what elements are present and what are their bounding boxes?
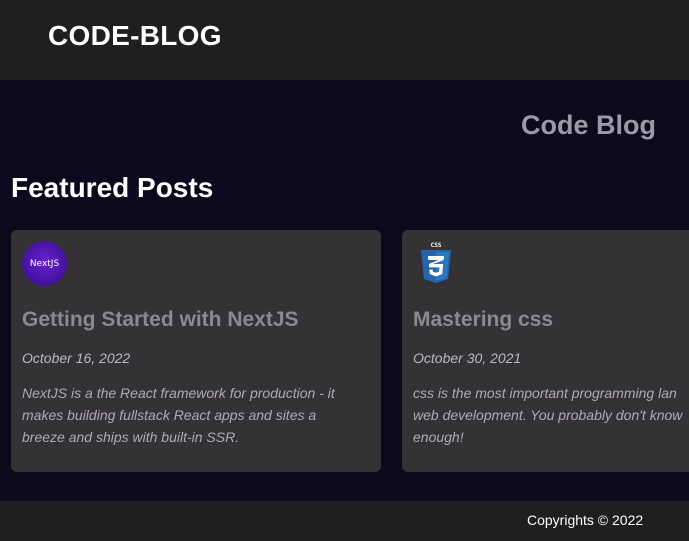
post-excerpt: css is the most important programming la…	[413, 382, 689, 448]
css-logo-label: CSS	[431, 242, 442, 249]
css3-logo-icon: CSS	[413, 241, 458, 286]
copyright-text: Copyrights © 2022	[527, 512, 644, 528]
post-date: October 30, 2021	[413, 350, 522, 366]
post-title[interactable]: Mastering css	[413, 308, 553, 332]
post-title[interactable]: Getting Started with NextJS	[22, 308, 299, 332]
hero-title: Code Blog	[521, 110, 656, 140]
post-card-css[interactable]: CSS Mastering css October 30, 2021 css i…	[402, 230, 689, 472]
post-excerpt-line: css is the most important programming la…	[413, 385, 677, 401]
main-content: Code Blog Featured Posts NextJS Getting …	[0, 80, 689, 501]
site-logo[interactable]: CODE-BLOG	[48, 20, 222, 52]
post-excerpt: NextJS is a the React framework for prod…	[22, 385, 335, 445]
post-date: October 16, 2022	[22, 350, 131, 366]
site-header: CODE-BLOG	[0, 0, 689, 80]
post-excerpt-line: enough!	[413, 429, 464, 445]
nextjs-logo-icon: NextJS	[22, 241, 67, 286]
featured-posts-heading: Featured Posts	[11, 172, 214, 203]
site-footer: Copyrights © 2022	[0, 501, 689, 541]
post-card-nextjs[interactable]: NextJS Getting Started with NextJS Octob…	[11, 230, 381, 472]
nextjs-logo-text: NextJS	[22, 241, 67, 286]
post-excerpt-line: web development. You probably don't know	[413, 407, 683, 423]
